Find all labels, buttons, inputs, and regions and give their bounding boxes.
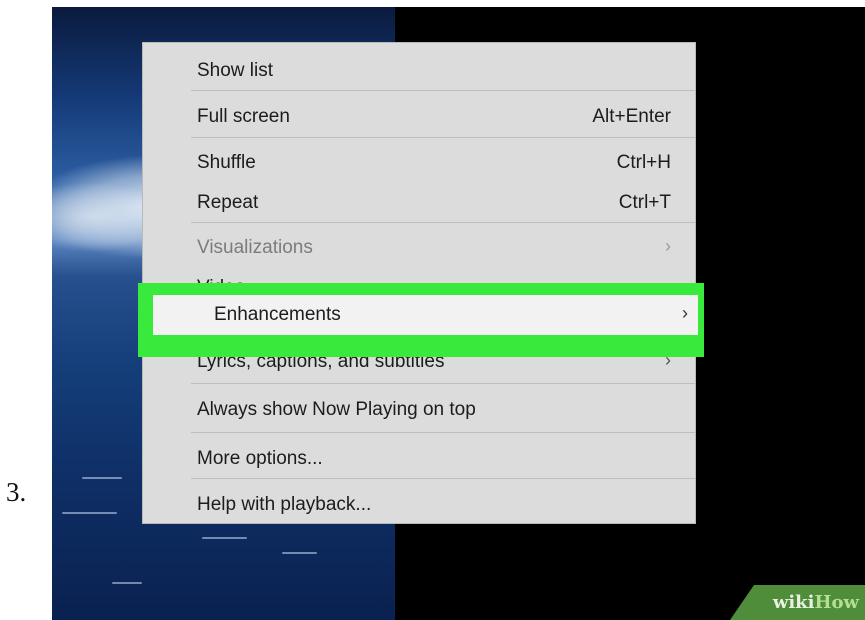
menu-item-label: Help with playback...: [197, 494, 372, 515]
chevron-right-icon: ›: [665, 236, 671, 256]
menu-item-shortcut: Ctrl+H: [616, 152, 671, 173]
menu-item-label: Full screen: [197, 106, 290, 127]
menu-item-shortcut: Alt+Enter: [592, 106, 671, 127]
watermark-how: How: [814, 592, 859, 613]
menu-item-always-show-now-playing[interactable]: Always show Now Playing on top: [191, 394, 675, 424]
wave-ripple: [202, 537, 247, 539]
menu-separator: [191, 90, 695, 91]
menu-item-enhancements[interactable]: Enhancements ›: [153, 295, 698, 335]
menu-item-label: Shuffle: [197, 152, 256, 173]
menu-item-shortcut: Ctrl+T: [618, 192, 671, 213]
menu-item-label: Always show Now Playing on top: [197, 399, 476, 420]
menu-separator: [191, 383, 695, 384]
menu-item-more-options[interactable]: More options...: [191, 443, 675, 473]
step-number: 3.: [6, 477, 27, 507]
menu-separator: [191, 478, 695, 479]
highlight-box: Enhancements ›: [138, 283, 704, 357]
wikihow-watermark: wikiHow: [730, 585, 865, 620]
menu-item-label: More options...: [197, 448, 323, 469]
menu-item-label: Show list: [197, 60, 274, 81]
menu-separator: [191, 432, 695, 433]
chevron-right-icon: ›: [682, 303, 688, 323]
wave-ripple: [282, 552, 317, 554]
menu-item-full-screen[interactable]: Full screen Alt+Enter: [191, 101, 675, 131]
wave-ripple: [62, 512, 117, 514]
menu-item-visualizations[interactable]: Visualizations ›: [191, 232, 675, 262]
menu-item-label: Repeat: [197, 192, 259, 213]
watermark-wiki: wiki: [772, 592, 815, 613]
menu-item-label: Enhancements: [214, 304, 341, 325]
menu-item-show-list[interactable]: Show list: [191, 55, 675, 85]
wave-ripple: [82, 477, 122, 479]
menu-item-repeat[interactable]: Repeat Ctrl+T: [191, 187, 675, 217]
wave-ripple: [112, 582, 142, 584]
menu-item-shuffle[interactable]: Shuffle Ctrl+H: [191, 147, 675, 177]
menu-item-label: Visualizations: [197, 237, 313, 258]
menu-separator: [191, 137, 695, 138]
menu-separator: [191, 222, 695, 223]
menu-item-help-with-playback[interactable]: Help with playback...: [191, 489, 675, 519]
